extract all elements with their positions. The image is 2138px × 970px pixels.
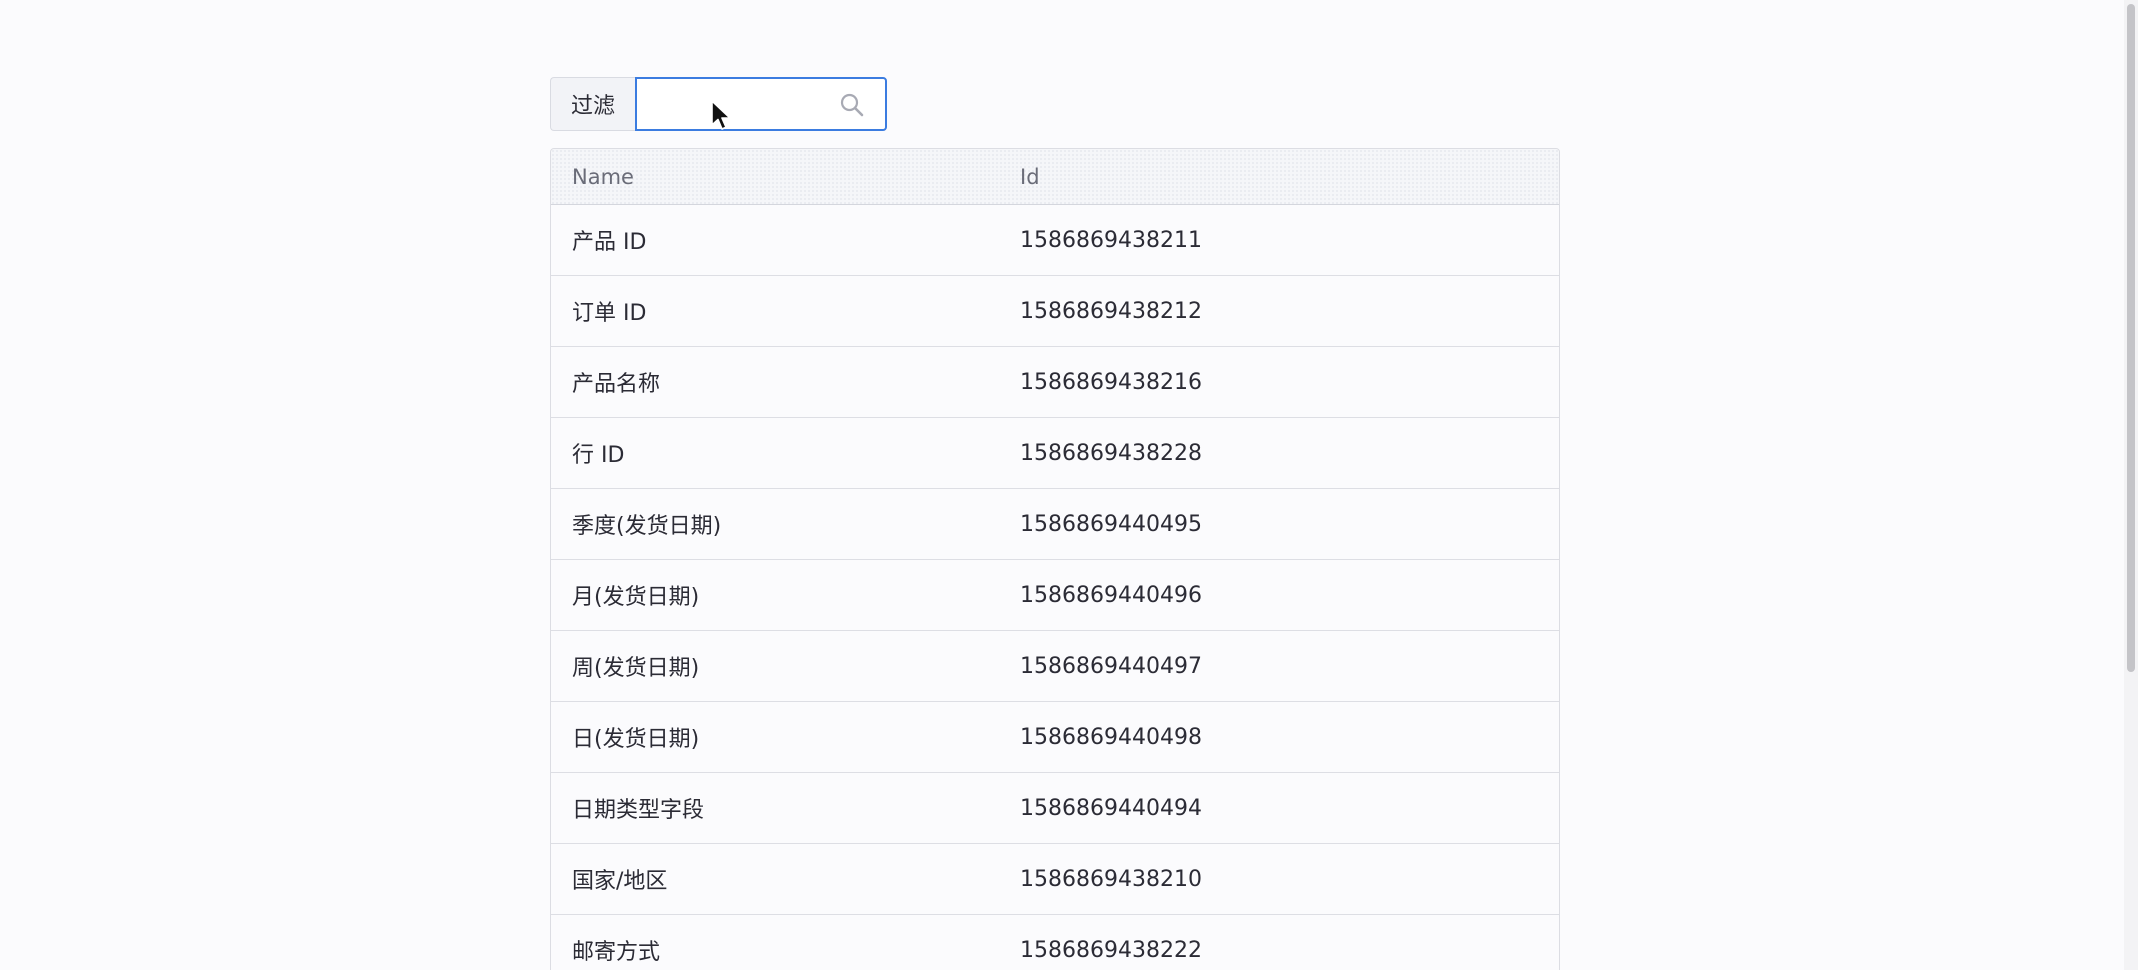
- cell-name: 日期类型字段: [572, 798, 705, 823]
- cell-name: 月(发货日期): [572, 585, 700, 610]
- table-row[interactable]: 日(发货日期) 1586869440498: [551, 702, 1559, 773]
- table-row[interactable]: 周(发货日期) 1586869440497: [551, 631, 1559, 702]
- table-row[interactable]: 月(发货日期) 1586869440496: [551, 560, 1559, 631]
- table-row[interactable]: 季度(发货日期) 1586869440495: [551, 489, 1559, 560]
- cell-id: 1586869440494: [1020, 795, 1202, 821]
- table-body: 产品 ID 1586869438211 订单 ID 1586869438212 产品名称…: [551, 205, 1559, 970]
- search-icon[interactable]: [839, 92, 865, 118]
- cell-id: 1586869438222: [1020, 937, 1202, 963]
- cell-name: 产品 ID: [572, 230, 647, 255]
- table-row[interactable]: 邮寄方式 1586869438222: [551, 915, 1559, 970]
- scrollbar-thumb[interactable]: [2127, 4, 2135, 672]
- filter-input-wrapper[interactable]: [635, 77, 887, 131]
- cell-id: 1586869438216: [1020, 369, 1202, 395]
- cell-name: 行 ID: [572, 443, 625, 468]
- table-row[interactable]: 订单 ID 1586869438212: [551, 276, 1559, 347]
- cell-name: 国家/地区: [572, 869, 668, 894]
- cell-id: 1586869438210: [1020, 866, 1202, 892]
- page: 过滤 Name Id 产品 ID 1586869438211 订单 ID 158686…: [0, 0, 2138, 970]
- cell-id: 1586869440498: [1020, 724, 1202, 750]
- cell-id: 1586869440497: [1020, 653, 1202, 679]
- fields-table: Name Id 产品 ID 1586869438211 订单 ID 158686943…: [550, 148, 1560, 970]
- table-row[interactable]: 国家/地区 1586869438210: [551, 844, 1559, 915]
- cell-name: 订单 ID: [572, 301, 647, 326]
- table-row[interactable]: 产品 ID 1586869438211: [551, 205, 1559, 276]
- cell-name: 邮寄方式: [572, 940, 661, 965]
- filter-bar: 过滤: [550, 77, 887, 131]
- cell-id: 1586869438212: [1020, 298, 1202, 324]
- cell-id: 1586869438228: [1020, 440, 1202, 466]
- vertical-scrollbar[interactable]: [2124, 0, 2138, 970]
- cell-name: 周(发货日期): [572, 656, 700, 681]
- column-header-id[interactable]: Id: [1020, 165, 1559, 189]
- cell-name: 季度(发货日期): [572, 514, 722, 539]
- table-row[interactable]: 行 ID 1586869438228: [551, 418, 1559, 489]
- cell-name: 产品名称: [572, 372, 661, 397]
- table-row[interactable]: 产品名称 1586869438216: [551, 347, 1559, 418]
- table-header: Name Id: [551, 149, 1559, 205]
- table-row[interactable]: 日期类型字段 1586869440494: [551, 773, 1559, 844]
- filter-label: 过滤: [550, 77, 635, 131]
- column-header-name[interactable]: Name: [551, 165, 1020, 189]
- cell-name: 日(发货日期): [572, 727, 700, 752]
- cell-id: 1586869438211: [1020, 227, 1202, 253]
- cell-id: 1586869440496: [1020, 582, 1202, 608]
- cell-id: 1586869440495: [1020, 511, 1202, 537]
